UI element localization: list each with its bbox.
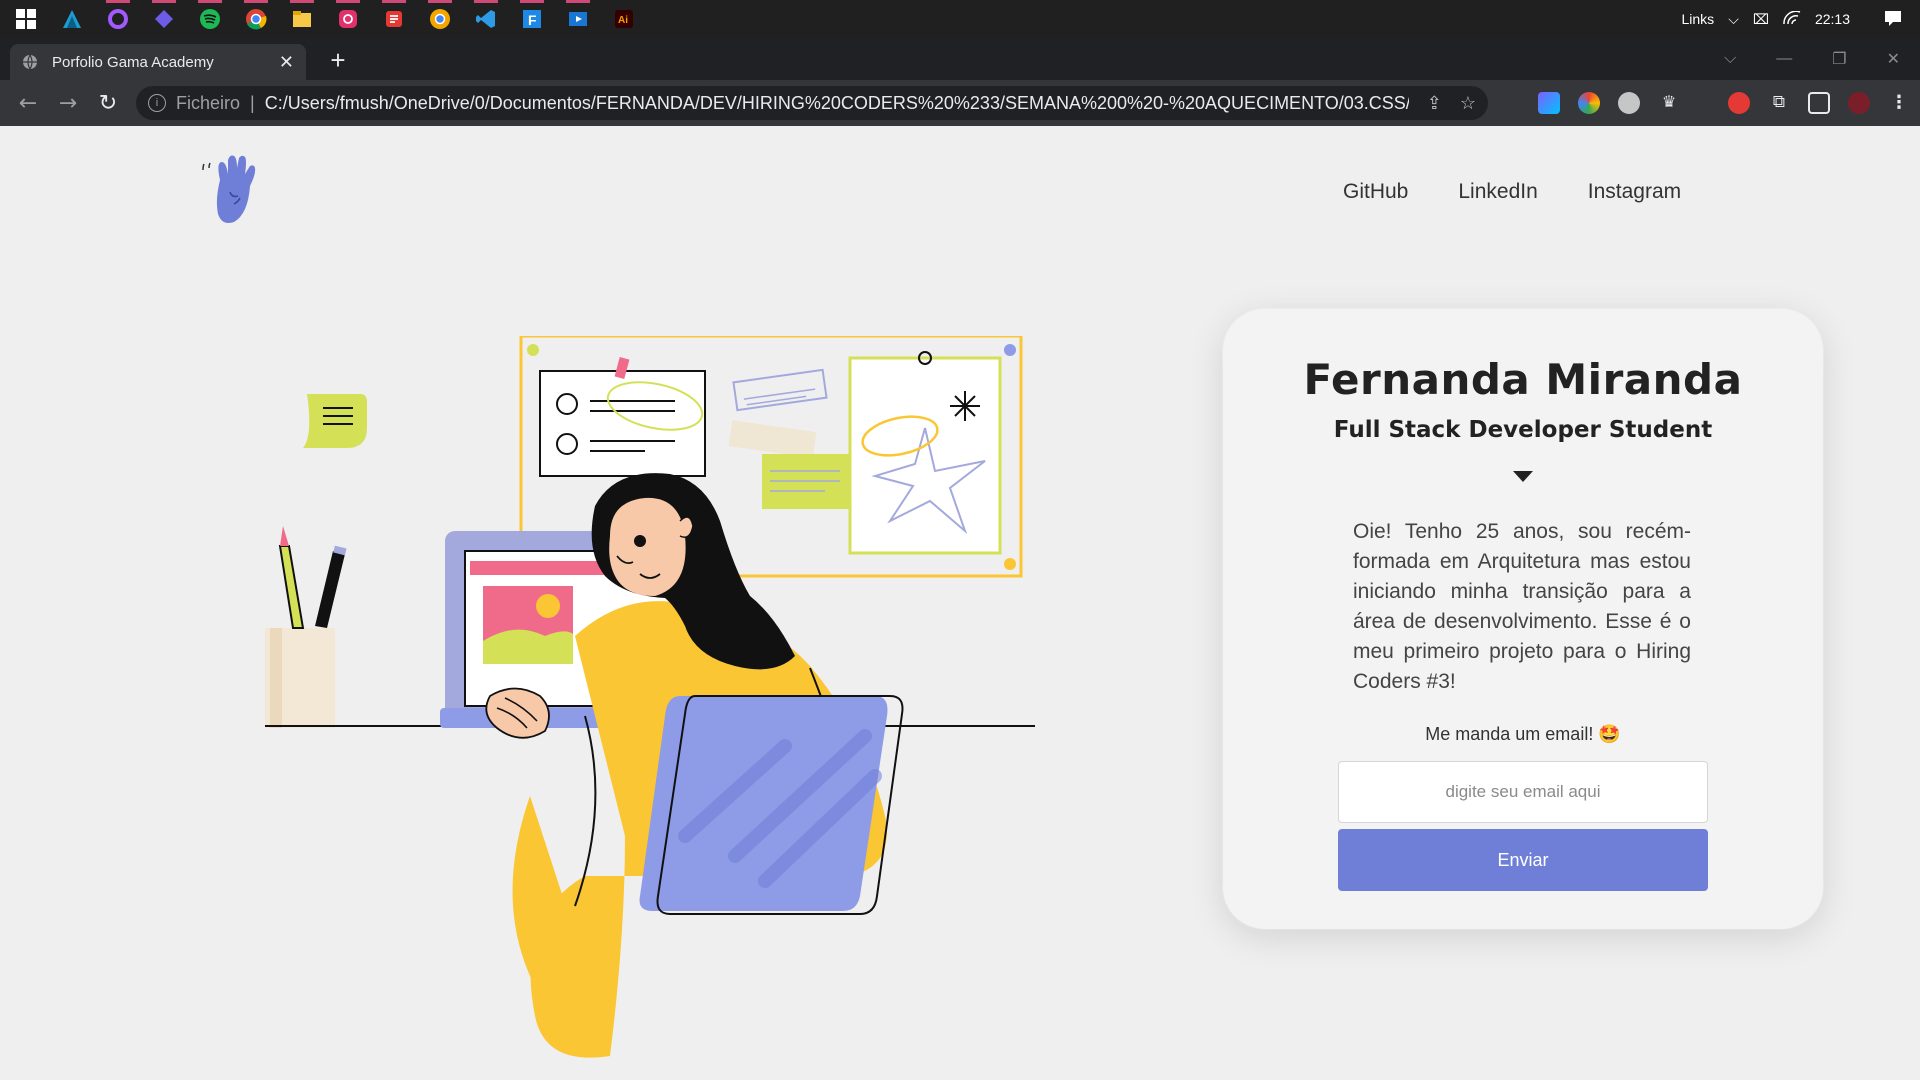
pin <box>1004 344 1016 356</box>
reload-icon[interactable]: ↻ <box>88 83 128 123</box>
file-explorer-icon[interactable] <box>288 0 316 33</box>
profile-card: Fernanda Miranda Full Stack Developer St… <box>1223 309 1823 929</box>
taskbar-apps: F Ai <box>0 0 638 38</box>
input-language-icon[interactable]: ⌧ <box>1753 11 1769 28</box>
new-tab-button[interactable]: + <box>322 44 354 76</box>
share-icon[interactable]: ⇪ <box>1427 93 1442 114</box>
send-button[interactable]: Enviar <box>1338 829 1708 891</box>
chrome-canary-icon[interactable] <box>426 0 454 33</box>
close-tab-icon[interactable]: ✕ <box>279 52 294 73</box>
kite-icon[interactable] <box>150 0 178 33</box>
media-icon[interactable] <box>564 0 592 33</box>
windows-start-icon[interactable] <box>12 5 40 33</box>
extension-red-icon[interactable] <box>1728 92 1750 114</box>
profile-name: Fernanda Miranda <box>1303 355 1743 404</box>
github-link[interactable]: GitHub <box>1343 180 1408 204</box>
clock-time[interactable]: 22:13 <box>1815 11 1850 27</box>
pin <box>1004 558 1016 570</box>
back-icon[interactable]: ← <box>8 83 48 123</box>
globe-icon <box>23 54 37 70</box>
address-bar[interactable]: i Ficheiro | C:/Users/fmush/OneDrive/0/D… <box>136 86 1488 120</box>
profile-avatar[interactable] <box>1848 92 1870 114</box>
browser-tab[interactable]: Porfolio Gama Academy ✕ <box>10 44 306 80</box>
extension-gear-icon[interactable] <box>1618 92 1640 114</box>
id-card-note <box>539 370 706 477</box>
circle-app-icon[interactable] <box>104 0 132 33</box>
pin <box>527 344 539 356</box>
extension-grid-icon[interactable] <box>1538 92 1560 114</box>
system-tray: Links ⌵ ⌧ 22:13 <box>1682 0 1920 38</box>
window-controls: ⌵ — ❐ ✕ <box>1724 38 1920 80</box>
profile-role: Full Stack Developer Student <box>1333 417 1713 443</box>
links-toolbar-label[interactable]: Links <box>1682 11 1715 27</box>
profile-bio: Oie! Tenho 25 anos, sou recém-formada em… <box>1353 520 1691 693</box>
extensions-puzzle-icon[interactable]: ⧉ <box>1768 92 1790 114</box>
star-note <box>848 356 1002 555</box>
caret-down-icon <box>1513 471 1533 482</box>
social-nav: GitHub LinkedIn Instagram <box>1343 180 1681 204</box>
fonts-icon[interactable]: F <box>518 0 546 33</box>
notifications-icon[interactable] <box>1884 10 1902 29</box>
vscode-icon[interactable] <box>472 0 500 33</box>
chrome-icon[interactable] <box>242 0 270 33</box>
scheme-label: Ficheiro <box>176 92 241 113</box>
spotify-icon[interactable] <box>196 0 224 33</box>
url-text[interactable]: C:/Users/fmush/OneDrive/0/Documentos/FER… <box>265 93 1409 114</box>
instagram-link[interactable]: Instagram <box>1588 180 1681 204</box>
restore-icon[interactable]: ❐ <box>1832 49 1846 69</box>
stack-icon[interactable] <box>380 0 408 33</box>
site-info-icon[interactable]: i <box>148 94 166 112</box>
email-cta: Me manda um email! 🤩 <box>1425 724 1621 744</box>
hero-illustration <box>265 336 1035 1058</box>
svg-text:Ai: Ai <box>618 15 628 26</box>
menu-kebab-icon[interactable]: ⋮ <box>1888 92 1910 114</box>
bookmark-star-icon[interactable]: ☆ <box>1460 93 1476 114</box>
autodesk-icon[interactable] <box>58 5 86 33</box>
close-window-icon[interactable]: ✕ <box>1887 49 1900 69</box>
svg-text:F: F <box>528 12 537 28</box>
instagram-icon[interactable] <box>334 0 362 33</box>
browser-toolbar: ← → ↻ i Ficheiro | C:/Users/fmush/OneDri… <box>0 80 1920 126</box>
tab-title: Porfolio Gama Academy <box>52 53 214 71</box>
forward-icon[interactable]: → <box>48 83 88 123</box>
extension-crown-icon[interactable]: ♛ <box>1658 92 1680 114</box>
waving-hand-logo[interactable] <box>200 152 290 236</box>
illustrator-icon[interactable]: Ai <box>610 5 638 33</box>
portfolio-page: GitHub LinkedIn Instagram Fernanda Miran… <box>0 126 1920 1080</box>
wifi-icon[interactable] <box>1783 10 1801 28</box>
separator: | <box>250 92 255 113</box>
side-panel-icon[interactable] <box>1808 92 1830 114</box>
tab-search-icon[interactable]: ⌵ <box>1724 50 1736 68</box>
person-face <box>609 497 686 596</box>
minimize-icon[interactable]: — <box>1776 50 1792 68</box>
email-input[interactable] <box>1338 761 1708 823</box>
extensions-area: ♛ ⧉ ⋮ <box>1538 80 1910 126</box>
windows-taskbar: F Ai Links ⌵ ⌧ 22:13 <box>0 0 1920 38</box>
lime-sticky <box>303 394 367 448</box>
chevron-down-icon[interactable]: ⌵ <box>1728 11 1739 28</box>
browser-tab-strip: Porfolio Gama Academy ✕ + ⌵ — ❐ ✕ <box>0 38 1920 80</box>
linkedin-link[interactable]: LinkedIn <box>1458 180 1537 204</box>
person-hand <box>485 687 550 739</box>
extension-color-icon[interactable] <box>1578 92 1600 114</box>
